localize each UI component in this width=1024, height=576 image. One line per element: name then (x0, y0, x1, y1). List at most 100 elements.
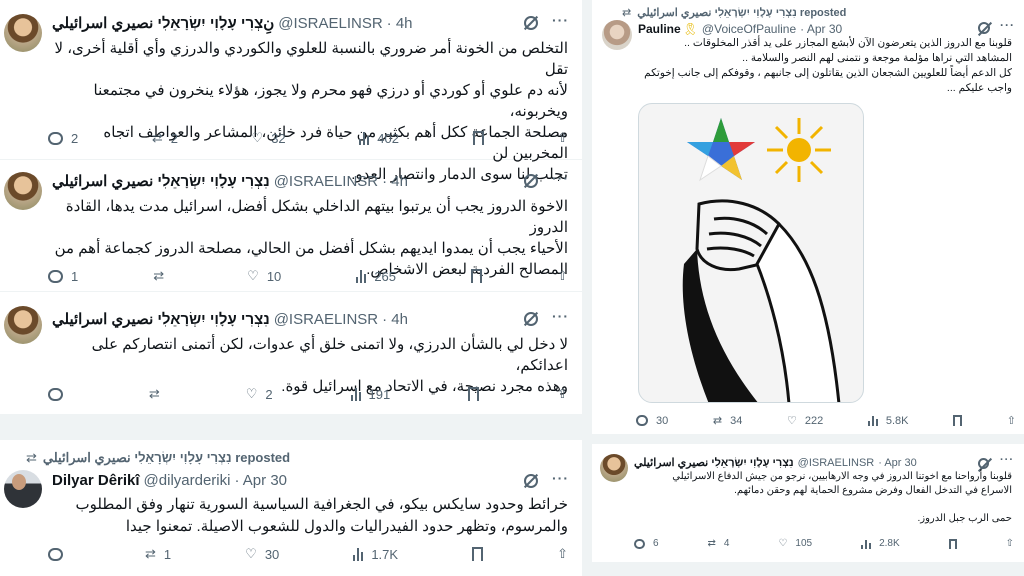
avatar[interactable] (4, 172, 42, 210)
heart-icon (245, 546, 257, 562)
views-button[interactable]: 265 (356, 268, 396, 284)
like-button[interactable]: 32 (252, 130, 285, 146)
bookmark-button[interactable] (471, 268, 483, 284)
tweet-line: المشاهد التي نراها مؤلمة موجعة و نتمنى ل… (742, 52, 1012, 64)
avatar[interactable] (602, 20, 632, 50)
share-button[interactable] (1006, 538, 1014, 549)
like-button[interactable]: 222 (787, 414, 823, 427)
author-name[interactable]: נִצְרִי עָלָוִי יִשְׂרָאֵלִי نصيري اسرائ… (634, 456, 794, 469)
share-button[interactable] (557, 268, 568, 284)
timestamp[interactable]: · 4h (382, 173, 408, 190)
views-button[interactable]: 5.8K (867, 414, 908, 427)
tweet-line: الأحياء يجب أن يمدوا ايديهم بشكل أفضل من… (54, 240, 568, 257)
grok-icon[interactable] (524, 312, 538, 326)
views-button[interactable]: 402 (359, 130, 399, 146)
tweet-text: قلوبنا وأرواحنا مع اخوتنا الدروز في وجه … (634, 470, 1012, 526)
author-name[interactable]: נִצְרִי עָלָוִי יִשְׂרָאֵלִי نصيري اسرائ… (52, 310, 270, 328)
author-handle[interactable]: @ISRAELINSR (278, 15, 382, 32)
author-name[interactable]: Pauline (638, 22, 681, 36)
reply-button[interactable] (48, 386, 71, 402)
reposted-tweet-panel[interactable]: נִצְרִי עָלָוִי יִשְׂרָאֵלִי نصيري اسرائ… (0, 440, 582, 576)
share-icon (1007, 414, 1016, 427)
bookmark-button[interactable] (472, 546, 484, 562)
reply-button[interactable]: 30 (636, 414, 668, 427)
author-name[interactable]: Dilyar Dêrikî (52, 472, 140, 489)
reply-button[interactable]: 1 (48, 268, 78, 284)
share-button[interactable] (1007, 414, 1016, 427)
repost-button[interactable]: 2 (152, 130, 178, 146)
timestamp[interactable]: · Apr 30 (878, 457, 917, 469)
author-name[interactable]: נִצְרִי עָלָוִי יִשְׂרָאֵלִי نصيري اسرائ… (52, 172, 270, 190)
share-button[interactable] (557, 386, 568, 402)
tweet-panel[interactable]: נִצְרִי עָלָוִי יִשְׂרָאֵלִי نصيري اسرائ… (592, 444, 1024, 562)
tweet[interactable]: נִצְרִי עָלָוִי יִשְׂרָאֵלִי نصيري اسرائ… (0, 292, 582, 414)
author-handle[interactable]: @dilyarderiki (144, 472, 231, 489)
more-options-icon[interactable]: ··· (1000, 454, 1014, 466)
views-button[interactable]: 1.7K (353, 546, 398, 562)
timestamp[interactable]: · Apr 30 (800, 22, 842, 36)
timestamp[interactable]: · 4h (382, 311, 408, 328)
clasped-hands-illustration (682, 118, 841, 402)
grok-icon[interactable] (524, 174, 538, 188)
reply-count: 6 (653, 538, 659, 549)
share-button[interactable] (557, 546, 568, 562)
heart-icon (778, 538, 787, 549)
bookmark-button[interactable] (472, 130, 484, 146)
author-handle[interactable]: @ISRAELINSR (798, 457, 875, 469)
author-name[interactable]: نِצְרִי עָלָוִי יִשְׂרָאֵלִי نصيري اسرائ… (52, 14, 274, 32)
repost-indicator[interactable]: נִצְרִי עָלָוִי יִשְׂרָאֵלִי نصيري اسرائ… (26, 450, 290, 466)
reply-button[interactable] (48, 546, 71, 562)
share-button[interactable] (557, 130, 568, 146)
more-options-icon[interactable]: ··· (552, 470, 569, 486)
repost-button[interactable] (153, 268, 172, 284)
repost-label: נִצְרִי עָלָוִי יִשְׂרָאֵלִי نصيري اسرائ… (637, 7, 847, 19)
author-handle[interactable]: @VoiceOfPauline (702, 22, 796, 36)
bookmark-button[interactable] (948, 538, 957, 549)
views-button[interactable]: 191 (350, 386, 390, 402)
tweet-image[interactable] (638, 103, 864, 403)
grok-icon[interactable] (524, 16, 538, 30)
grok-icon[interactable] (978, 22, 990, 34)
tweet[interactable]: نِצְרִי עָלָוִי יִשְׂרָאֵלִי نصيري اسرائ… (0, 0, 582, 183)
repost-button[interactable]: 4 (708, 538, 730, 549)
avatar[interactable] (4, 14, 42, 52)
repost-button[interactable] (149, 386, 168, 402)
avatar[interactable] (4, 470, 42, 508)
author-handle[interactable]: @ISRAELINSR (274, 311, 378, 328)
bookmark-button[interactable] (953, 414, 963, 427)
share-icon (557, 268, 568, 284)
timestamp[interactable]: · Apr 30 (234, 472, 287, 489)
reply-button[interactable]: 6 (634, 538, 659, 549)
heart-icon (252, 130, 264, 146)
avatar[interactable] (600, 454, 628, 482)
right-arm (755, 221, 841, 402)
reply-button[interactable]: 2 (48, 130, 78, 146)
reposted-tweet-with-image-panel[interactable]: נִצְרִי עָלָוִי יִשְׂרָאֵלִי نصيري اسرائ… (592, 0, 1024, 434)
avatar[interactable] (4, 306, 42, 344)
bookmark-button[interactable] (468, 386, 480, 402)
more-options-icon[interactable]: ··· (552, 308, 569, 324)
like-button[interactable]: 30 (245, 546, 279, 562)
like-button[interactable]: 105 (778, 538, 812, 549)
repost-button[interactable]: 1 (145, 546, 171, 562)
repost-indicator[interactable]: נִצְרִי עָלָוִי יִשְׂרָאֵלִי نصيري اسرائ… (622, 6, 846, 19)
timestamp[interactable]: · 4h (387, 15, 413, 32)
like-button[interactable]: 10 (247, 268, 281, 284)
tweet-line: كل الدعم أيضاً للعلويين الشجعان الذين يق… (644, 67, 1012, 79)
tweet[interactable]: נִצְרִי עָלָוִי יִשְׂרָאֵלִי نصيري اسرائ… (0, 160, 582, 292)
druze-star-icon (687, 118, 755, 182)
reply-icon (48, 131, 63, 145)
more-options-icon[interactable]: ··· (552, 170, 569, 186)
like-button[interactable]: 2 (246, 386, 272, 402)
author-handle[interactable]: @ISRAELINSR (274, 173, 378, 190)
views-button[interactable]: 2.8K (861, 538, 900, 549)
share-icon (557, 386, 568, 402)
more-options-icon[interactable]: ··· (1000, 18, 1015, 32)
repost-button[interactable]: 34 (713, 414, 742, 427)
more-options-icon[interactable]: ··· (552, 12, 569, 28)
grok-icon[interactable] (524, 474, 538, 488)
grok-icon[interactable] (978, 458, 989, 469)
bookmark-icon (948, 538, 957, 549)
repost-icon (153, 268, 164, 284)
like-count: 222 (804, 414, 824, 427)
